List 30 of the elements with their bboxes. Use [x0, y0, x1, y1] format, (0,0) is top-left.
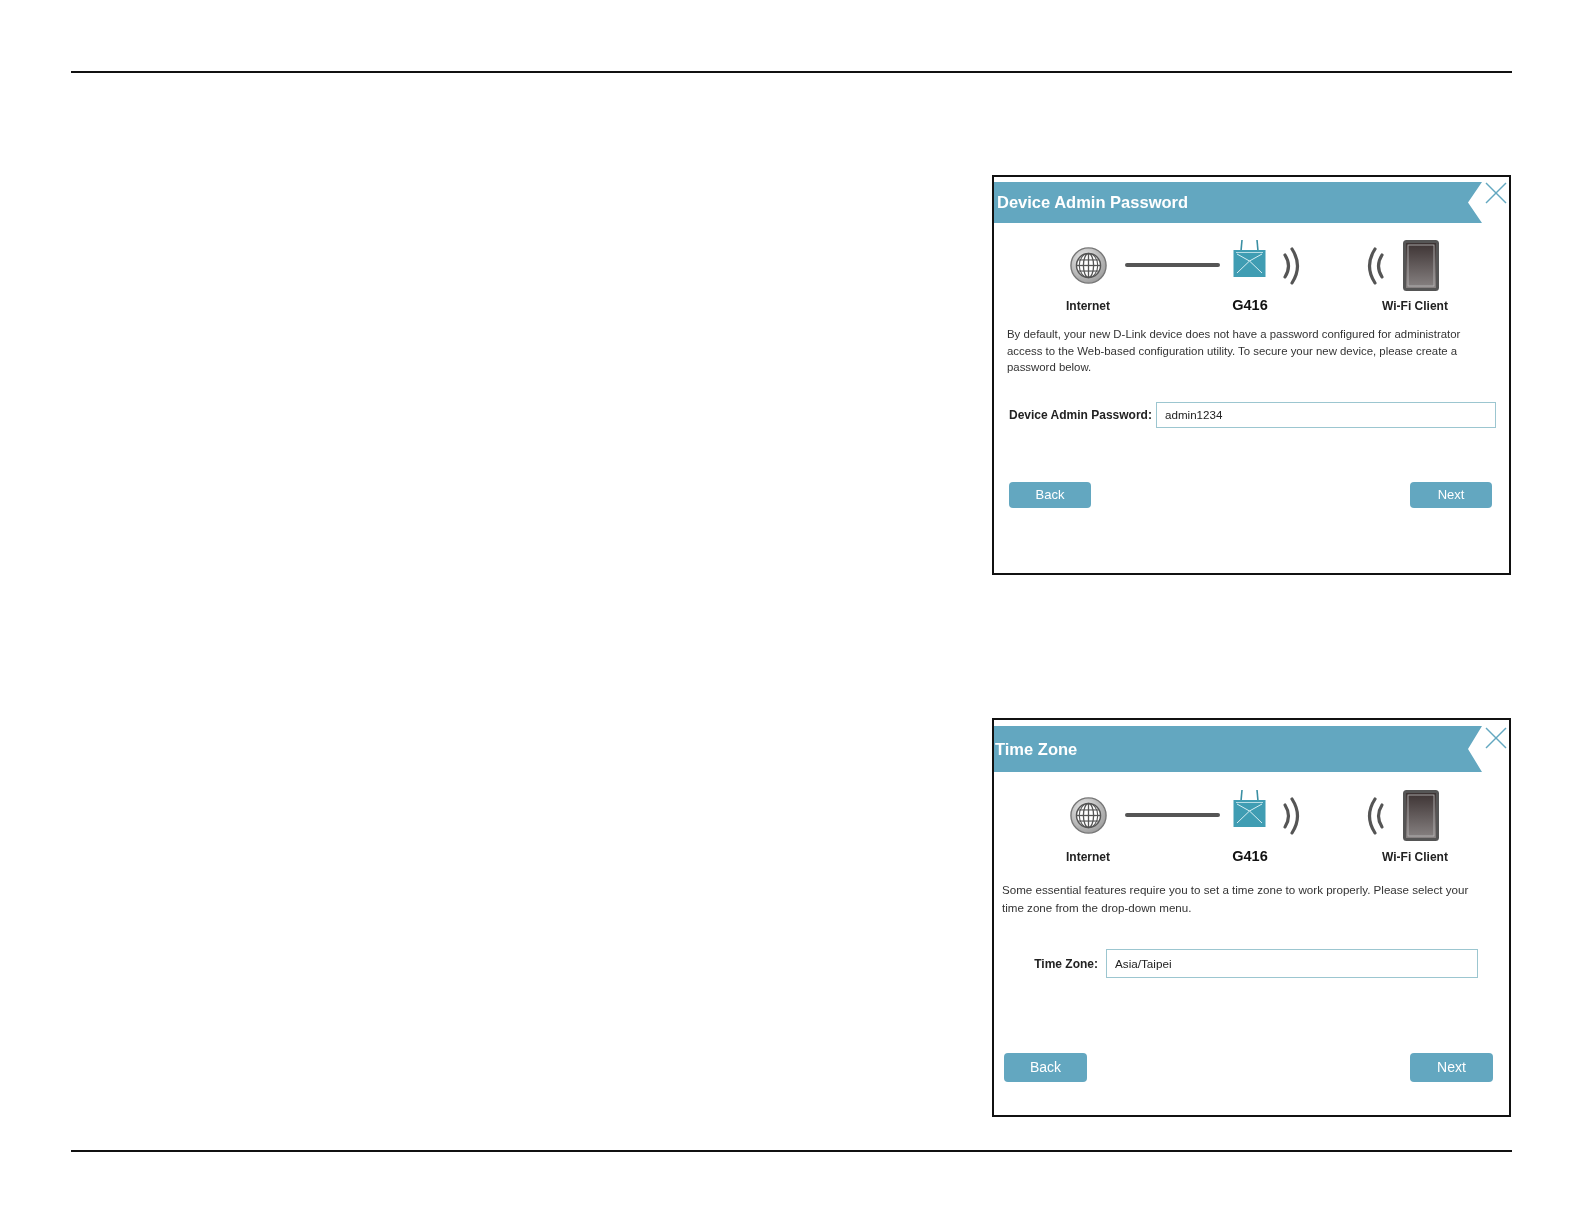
device-label: G416: [1232, 847, 1268, 867]
globe-icon: [1070, 797, 1107, 834]
input-field[interactable]: admin1234: [1156, 401, 1496, 428]
signal-waves-icon: [1282, 797, 1302, 835]
internet-label: Internet: [1066, 298, 1110, 315]
internet-label: Internet: [1066, 849, 1110, 866]
device-label: G416: [1232, 296, 1268, 316]
description-text: Some essential features require you to set a time zone to work properly. Please select your time zone from the drop-down menu.: [1002, 882, 1470, 916]
globe-icon: [1070, 247, 1107, 284]
signal-waves-icon: [1365, 247, 1385, 285]
back-button[interactable]: Back: [1009, 481, 1091, 508]
back-button[interactable]: Back: [1004, 1053, 1087, 1082]
client-label: Wi-Fi Client: [1382, 298, 1448, 315]
router-icon: [1233, 790, 1266, 827]
input-field[interactable]: Asia/Taipei: [1106, 949, 1478, 978]
close-icon[interactable]: [1485, 727, 1507, 749]
close-icon[interactable]: [1485, 182, 1507, 204]
dialog-title: Time Zone: [994, 738, 1078, 760]
field-label: Device Admin Password:: [1009, 406, 1153, 424]
next-button[interactable]: Next: [1410, 1053, 1493, 1082]
field-label: Time Zone:: [1033, 955, 1098, 973]
client-label: Wi-Fi Client: [1382, 849, 1448, 866]
tablet-icon: [1403, 240, 1439, 291]
signal-waves-icon: [1282, 247, 1302, 285]
router-icon: [1233, 240, 1266, 277]
tablet-icon: [1403, 790, 1439, 841]
next-button[interactable]: Next: [1410, 481, 1492, 508]
signal-waves-icon: [1365, 797, 1385, 835]
description-text: By default, your new D-Link device does not have a password configured for administrator access to the Web-based configuration utility. To secure your new device, please create a password below.: [1007, 327, 1462, 375]
dialog-title: Device Admin Password: [996, 192, 1189, 214]
